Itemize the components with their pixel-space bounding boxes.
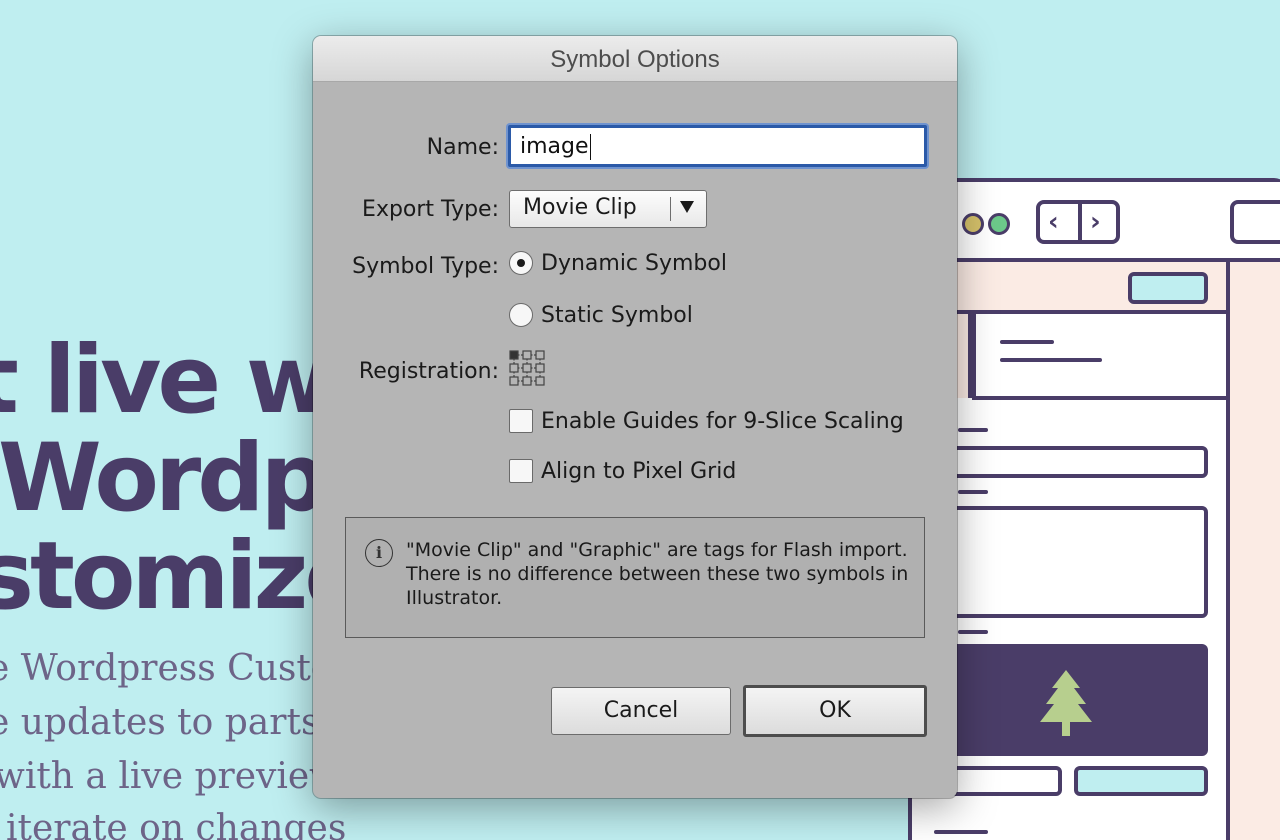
pixel-grid-label[interactable]: Align to Pixel Grid [541,459,736,484]
registration-label: Registration: [358,359,499,384]
export-type-label: Export Type: [362,197,499,222]
hero-body-line: iterate on changes [6,808,347,840]
name-input[interactable]: image [508,125,927,167]
illustration-line [958,630,988,634]
tree-icon [1040,670,1092,736]
dynamic-symbol-label[interactable]: Dynamic Symbol [541,251,727,276]
dropdown-arrow-icon [680,201,694,213]
nine-slice-checkbox[interactable] [509,409,533,433]
symbol-type-label: Symbol Type: [352,254,499,279]
export-type-select[interactable]: Movie Clip [509,190,707,228]
export-type-value: Movie Clip [523,195,637,220]
dynamic-symbol-radio[interactable] [509,251,533,275]
browser-illustration: ‹ › [908,178,1280,840]
registration-grid-icon[interactable] [508,349,546,387]
illustration-field [1074,766,1208,796]
illustration-line [958,428,988,432]
static-symbol-radio[interactable] [509,303,533,327]
nine-slice-label[interactable]: Enable Guides for 9-Slice Scaling [541,409,904,434]
info-panel: i "Movie Clip" and "Graphic" are tags fo… [345,517,925,638]
dialog-titlebar[interactable]: Symbol Options [313,36,957,82]
window-dot-icon [962,213,984,235]
dialog-title: Symbol Options [550,46,720,73]
illustration-line [934,830,988,834]
hero-body-line: e Wordpress Custo [0,648,333,689]
text-caret [589,134,591,160]
illustration-line [958,490,988,494]
hero-heading-line: t live wi [0,326,361,435]
symbol-options-dialog: Symbol Options Name: image Export Type: … [313,36,957,798]
hero-heading-line: Wordpr [0,424,370,533]
window-dot-icon [988,213,1010,235]
info-text: "Movie Clip" and "Graphic" are tags for … [406,539,909,609]
hero-body-line: with a live preview [0,756,340,797]
pixel-grid-checkbox[interactable] [509,459,533,483]
browser-nav-icon: ‹ › [1036,200,1120,244]
cancel-button[interactable]: Cancel [551,687,731,735]
info-icon: i [365,539,393,567]
ok-button[interactable]: OK [743,685,927,737]
browser-url-box [1230,200,1280,244]
hero-heading-line: stomize [0,522,368,631]
illustration-panel [1230,262,1280,840]
name-value: image [520,134,589,159]
hero-body-line: e updates to parts [0,702,320,743]
name-label: Name: [426,135,499,160]
static-symbol-label[interactable]: Static Symbol [541,303,693,328]
browser-topbar: ‹ › [912,182,1280,262]
